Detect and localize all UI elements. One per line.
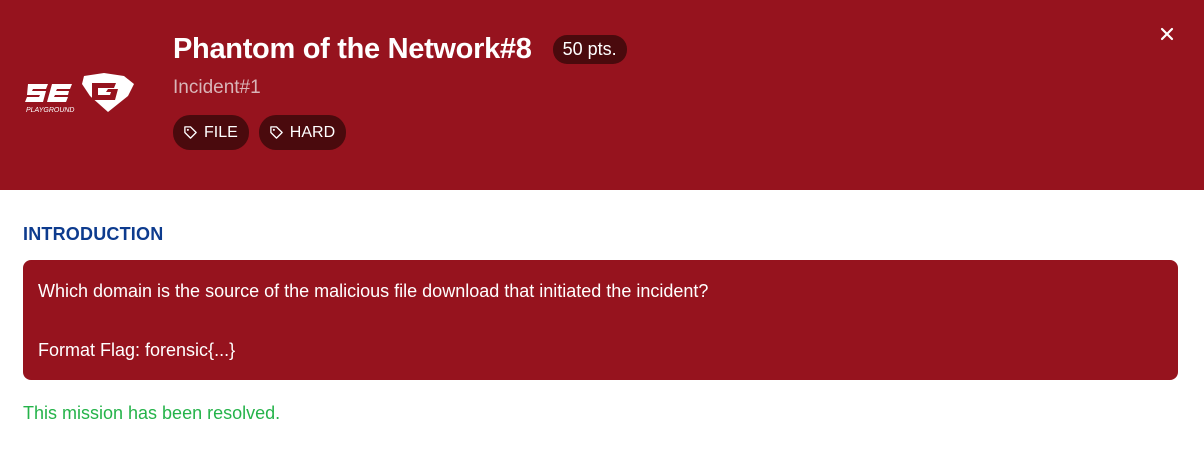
logo-subtext: PLAYGROUND	[26, 107, 75, 114]
tag-list: FILE HARD	[173, 115, 347, 150]
introduction-heading: INTRODUCTION	[23, 224, 164, 244]
seg-playground-logo: PLAYGROUND	[25, 73, 134, 114]
introduction-box: Which domain is the source of the malici…	[23, 260, 1178, 380]
tag-label: HARD	[289, 123, 336, 141]
challenge-category: Incident#1	[173, 77, 261, 98]
challenge-header: PLAYGROUND Phantom of the Network#8 50 p…	[0, 0, 1204, 190]
tag-hard[interactable]: HARD	[258, 115, 347, 150]
challenge-title: Phantom of the Network#8	[173, 32, 532, 65]
flag-format-text: Format Flag: forensic{...}	[38, 340, 236, 360]
tag-file[interactable]: FILE	[173, 115, 249, 150]
mission-status: This mission has been resolved.	[23, 403, 281, 423]
question-text: Which domain is the source of the malici…	[38, 281, 709, 301]
tag-icon	[184, 126, 197, 139]
tag-label: FILE	[204, 123, 238, 141]
tag-icon	[270, 126, 283, 139]
points-badge: 50 pts.	[552, 34, 627, 64]
close-icon[interactable]	[1157, 24, 1177, 44]
